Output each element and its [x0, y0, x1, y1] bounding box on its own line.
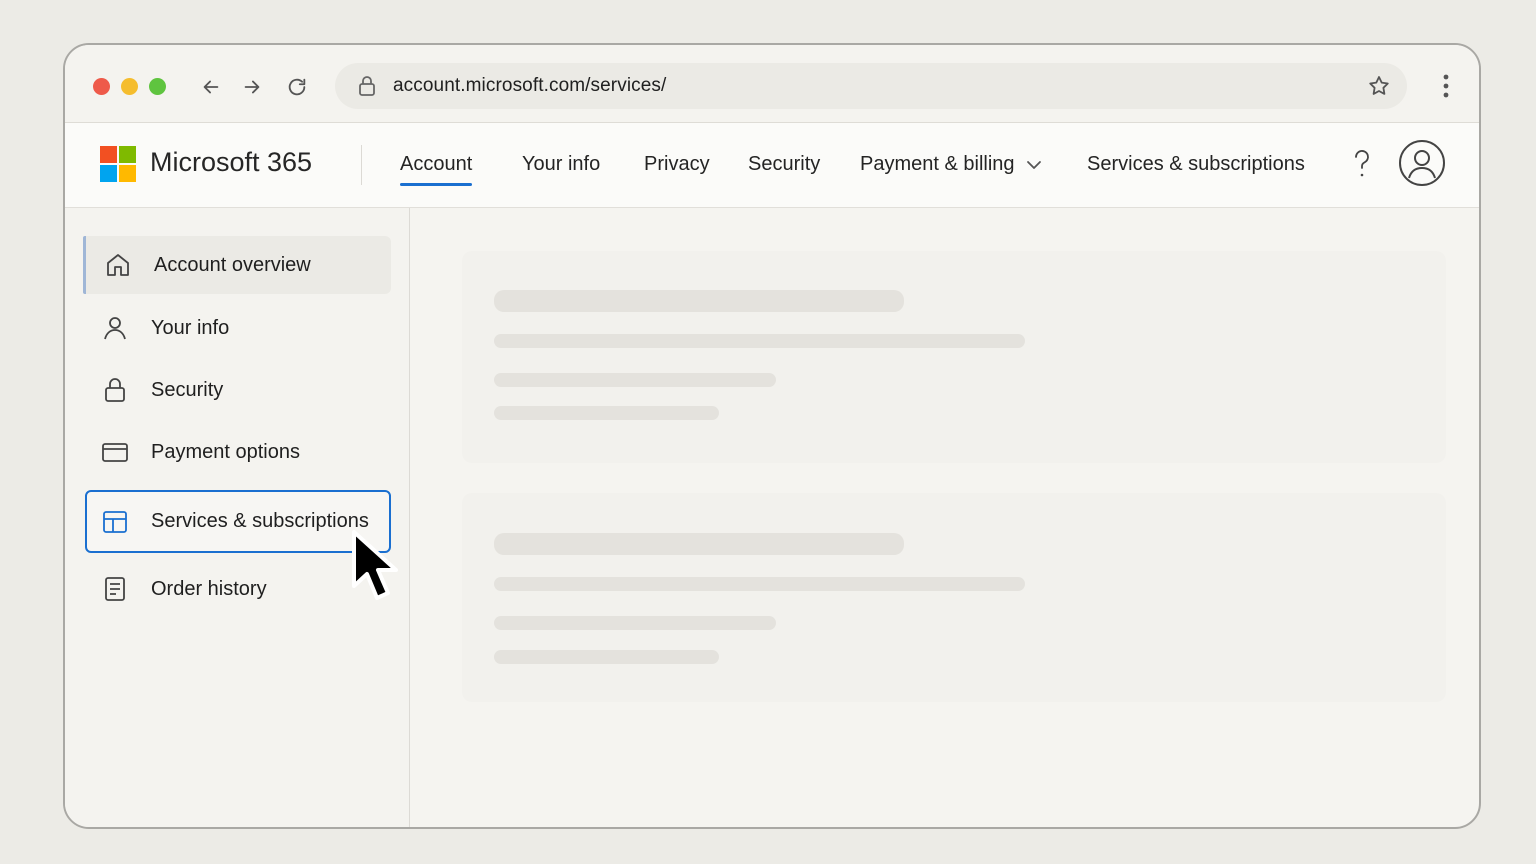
lock-icon: [359, 76, 375, 96]
sidebar-item-label: Services & subscriptions: [151, 510, 369, 532]
nav-account[interactable]: Account: [400, 153, 473, 186]
nav-payment-billing[interactable]: Payment & billing: [860, 153, 1015, 176]
person-icon: [104, 317, 126, 340]
sidebar: Account overview Your info Security Paym…: [65, 208, 410, 827]
sidebar-item-order-history[interactable]: Order history: [83, 560, 391, 618]
brand-name[interactable]: Microsoft 365: [150, 147, 312, 178]
arrow-right-icon: [244, 80, 260, 94]
reload-icon: [288, 78, 306, 96]
lock-icon: [105, 378, 125, 402]
bookmark-star-icon[interactable]: [1367, 74, 1391, 98]
reload-button[interactable]: [282, 72, 312, 102]
sidebar-item-label: Security: [151, 378, 224, 401]
grid-icon: [103, 510, 127, 533]
url-text: account.microsoft.com/services/: [393, 75, 667, 96]
user-avatar-icon: [1408, 150, 1436, 179]
sidebar-item-account-overview[interactable]: Account overview: [83, 236, 391, 294]
browser-toolbar: account.microsoft.com/services/: [65, 45, 1479, 123]
home-icon: [107, 254, 129, 276]
skeleton-line: [494, 533, 904, 555]
nav-your-info[interactable]: Your info: [522, 153, 600, 176]
chevron-down-icon[interactable]: [1026, 159, 1042, 171]
sidebar-item-services-subscriptions[interactable]: Services & subscriptions: [85, 490, 391, 553]
sidebar-item-your-info[interactable]: Your info: [83, 299, 391, 357]
skeleton-line: [494, 373, 776, 387]
nav-services-subscriptions[interactable]: Services & subscriptions: [1087, 153, 1305, 176]
address-bar[interactable]: account.microsoft.com/services/: [335, 63, 1407, 109]
sidebar-item-label: Your info: [151, 316, 230, 339]
loading-card: [462, 493, 1446, 702]
receipt-icon: [105, 577, 125, 601]
browser-window: account.microsoft.com/services/ Microsof…: [63, 43, 1481, 829]
arrow-left-icon: [203, 80, 219, 94]
more-options-icon[interactable]: [1441, 73, 1451, 99]
sidebar-item-label: Account overview: [154, 253, 311, 276]
sidebar-item-label: Payment options: [151, 440, 300, 463]
loading-card: [462, 251, 1446, 463]
skeleton-line: [494, 616, 776, 630]
nav-privacy[interactable]: Privacy: [644, 153, 710, 176]
skeleton-line: [494, 650, 719, 664]
app-header: Microsoft 365 Account Your info Privacy …: [65, 123, 1479, 208]
maximize-window-button[interactable]: [149, 78, 166, 95]
sidebar-item-payment-options[interactable]: Payment options: [83, 423, 391, 481]
sidebar-item-security[interactable]: Security: [83, 361, 391, 419]
account-avatar-button[interactable]: [1399, 140, 1445, 186]
skeleton-line: [494, 334, 1025, 348]
minimize-window-button[interactable]: [121, 78, 138, 95]
mouse-cursor-icon: [352, 530, 398, 600]
nav-security[interactable]: Security: [748, 153, 820, 176]
skeleton-line: [494, 577, 1025, 591]
divider: [361, 145, 362, 185]
skeleton-line: [494, 290, 904, 312]
skeleton-line: [494, 406, 719, 420]
credit-card-icon: [102, 443, 128, 462]
sidebar-item-label: Order history: [151, 577, 267, 600]
help-icon[interactable]: [1347, 148, 1377, 180]
forward-button[interactable]: [237, 72, 267, 102]
back-button[interactable]: [196, 72, 226, 102]
close-window-button[interactable]: [93, 78, 110, 95]
microsoft-logo[interactable]: [100, 146, 136, 182]
